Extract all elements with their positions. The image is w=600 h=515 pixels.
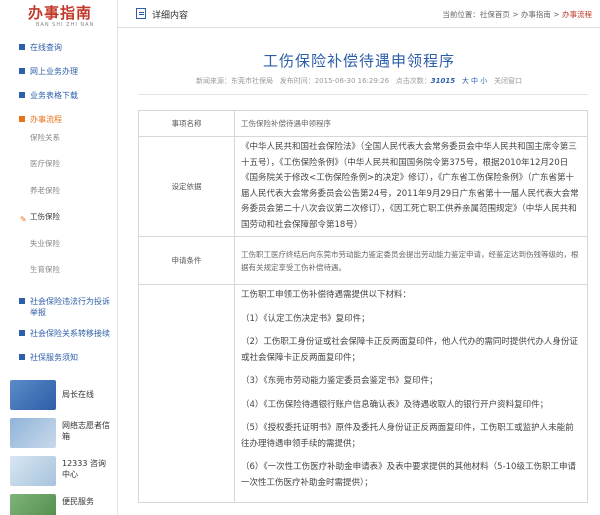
table-row: 设定依据 《中华人民共和国社会保险法》（全国人民代表大会常务委员会中华人民共和国… (138, 136, 588, 237)
table-row: 工伤职工申领工伤补偿待遇需提供以下材料： （1）《认定工伤决定书》复印件； （2… (138, 284, 588, 503)
list-item: （4）《工伤保险待遇银行账户信息确认表》及待遇收取人的银行开户资料复印件； (241, 399, 549, 410)
nav-item-online-business[interactable]: 网上业务办理 (0, 62, 118, 82)
bullet-icon (19, 68, 25, 74)
content-header: 详细内容 当前位置：社保首页 > 办事指南 > 办事流程 (118, 0, 600, 28)
brand-title: 办事指南 (28, 4, 93, 22)
table-row: 事项名称 工伤保险补偿待遇申领程序 (138, 110, 588, 137)
subnav-item[interactable]: 生育保险 (30, 264, 60, 275)
service-convenience[interactable]: 便民服务 (10, 494, 108, 515)
font-size-switcher[interactable]: 大 中 小 (462, 77, 487, 85)
nav-item-complaint[interactable]: 社会保险违法行为投诉举报 (0, 292, 118, 318)
list-item: （6）《一次性工伤医疗补助金申请表》及表中要求提供的其他材料（5-10级工伤职工… (241, 462, 576, 488)
nav-item-process[interactable]: 办事流程 (0, 110, 118, 130)
subnav-item[interactable]: 保险关系 (30, 132, 60, 143)
pencil-icon: ✎ (20, 215, 27, 224)
table-key (138, 284, 235, 503)
bullet-icon (19, 330, 25, 336)
article-date: 发布时间：2015-06-30 16:29:26 (279, 77, 390, 85)
nav-item-online-query[interactable]: 在线查询 (0, 38, 118, 58)
breadcrumb: 当前位置：社保首页 > 办事指南 > 办事流程 (442, 9, 592, 20)
hotline-image (10, 456, 56, 486)
views-count: 31015 (430, 77, 456, 85)
list-item: 工伤职工申领工伤补偿待遇需提供以下材料： (241, 290, 412, 300)
table-value: 工伤职工医疗终结后向东莞市劳动能力鉴定委员会提出劳动能力鉴定申请，经鉴定达到伤残… (234, 236, 588, 285)
nav-item-transfer[interactable]: 社会保险关系转移接续 (0, 324, 118, 344)
brand-pinyin: BAN SHI ZHI NAN (36, 22, 95, 28)
table-value: 工伤保险补偿待遇申领程序 (234, 110, 588, 137)
bullet-icon (19, 116, 25, 122)
materials-list: 工伤职工申领工伤补偿待遇需提供以下材料： （1）《认定工伤决定书》复印件； （2… (234, 284, 588, 503)
bullet-icon (19, 44, 25, 50)
table-key: 设定依据 (138, 136, 235, 237)
table-key: 事项名称 (138, 110, 235, 137)
bullet-icon (19, 354, 25, 360)
main-content: 工伤保险补偿待遇申领程序 新闻来源：东莞市社保局 发布时间：2015-06-30… (118, 28, 600, 515)
document-icon (136, 8, 146, 19)
service-director-online[interactable]: 局长在线 (10, 380, 108, 410)
article-meta: 新闻来源：东莞市社保局 发布时间：2015-06-30 16:29:26 点击次… (118, 76, 600, 86)
service-12333-center[interactable]: 12333 咨询中心 (10, 456, 108, 486)
list-item: （5）《授权委托证明书》原件及委托人身份证正反两面复印件，工伤职工或监护人未能前… (241, 423, 574, 449)
list-item: （1）《认定工伤决定书》复印件； (241, 313, 370, 324)
table-value: 《中华人民共和国社会保险法》（全国人民代表大会常务委员会中华人民共和国主席令第三… (234, 136, 588, 237)
article-source: 新闻来源：东莞市社保局 (196, 77, 274, 85)
list-item: （3）《东莞市劳动能力鉴定委员会鉴定书》复印件； (241, 376, 438, 386)
list-item: （2）工伤职工身份证或社会保障卡正反两面复印件，他人代办的需同时提供代办人身份证… (241, 337, 578, 363)
nav-item-form-download[interactable]: 业务表格下载 (0, 86, 118, 106)
director-image (10, 380, 56, 410)
table-key: 申请条件 (138, 236, 235, 285)
page-title: 工伤保险补偿待遇申领程序 (262, 52, 455, 70)
convenience-image (10, 494, 56, 515)
sidebar: 办事指南 BAN SHI ZHI NAN 在线查询 网上业务办理 业务表格下载 … (0, 0, 118, 515)
subnav-item[interactable]: 养老保险 (30, 185, 60, 196)
brand-logo: 办事指南 BAN SHI ZHI NAN (0, 0, 118, 34)
divider (138, 94, 588, 95)
close-window-link[interactable]: 关闭窗口 (494, 77, 522, 85)
subnav-item-active[interactable]: 工伤保险 (30, 211, 60, 222)
volunteer-image (10, 418, 56, 448)
subnav-item[interactable]: 失业保险 (30, 238, 60, 249)
views-label: 点击次数： (395, 77, 431, 85)
content-header-title: 详细内容 (152, 11, 189, 21)
nav-item-notice[interactable]: 社保服务须知 (0, 348, 118, 368)
table-row: 申请条件 工伤职工医疗终结后向东莞市劳动能力鉴定委员会提出劳动能力鉴定申请，经鉴… (138, 236, 588, 285)
service-volunteer-mailbox[interactable]: 网络志愿者信箱 (10, 418, 110, 448)
info-table: 事项名称 工伤保险补偿待遇申领程序 设定依据 《中华人民共和国社会保险法》（全国… (138, 110, 588, 503)
subnav-item[interactable]: 医疗保险 (30, 158, 60, 169)
bullet-icon (19, 92, 25, 98)
breadcrumb-current[interactable]: 办事流程 (562, 10, 592, 19)
breadcrumb-path[interactable]: 当前位置：社保首页 > 办事指南 > (442, 10, 559, 19)
bullet-icon (19, 298, 25, 304)
